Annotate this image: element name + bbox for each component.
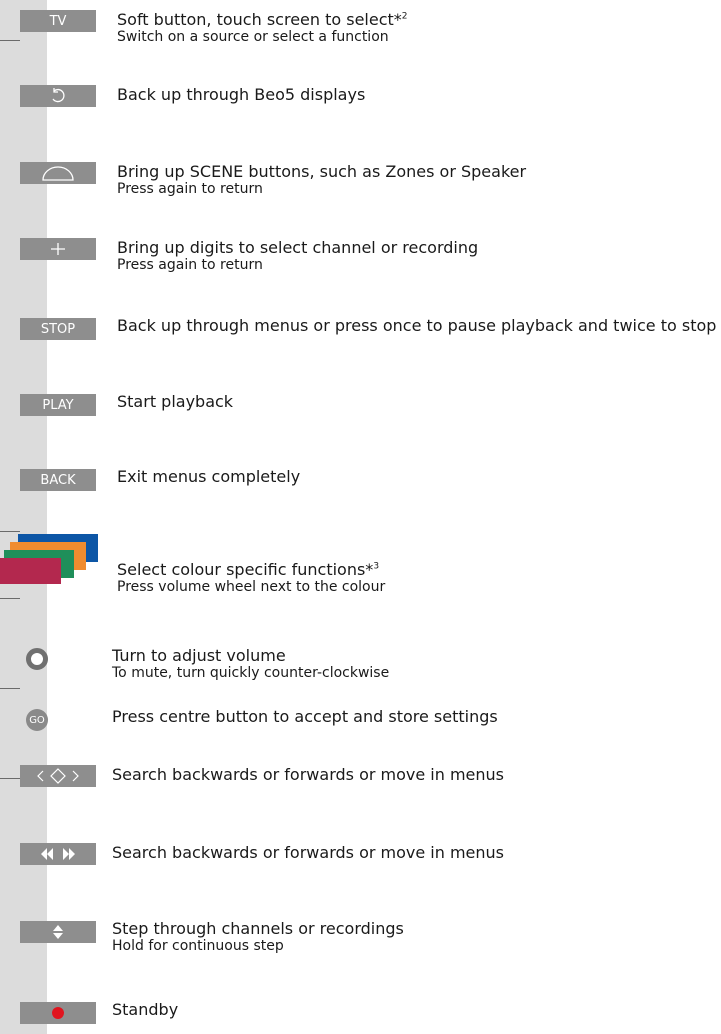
item-subtitle: Press volume wheel next to the colour	[117, 579, 386, 595]
item-title: Step through channels or recordings	[112, 919, 404, 938]
stop-button: STOP	[20, 318, 96, 340]
list-item: Standby	[112, 1000, 711, 1019]
scene-dome-icon	[42, 166, 74, 181]
list-item: Back up through Beo5 displays	[117, 85, 711, 104]
divider-tick	[0, 598, 20, 599]
item-subtitle: To mute, turn quickly counter-clockwise	[112, 665, 390, 681]
navigation-button	[20, 765, 96, 787]
list-item: Exit menus completely	[117, 467, 711, 486]
item-title: Search backwards or forwards or move in …	[112, 765, 505, 784]
item-title: Bring up SCENE buttons, such as Zones or…	[117, 162, 527, 181]
wind-rewind-icon	[41, 848, 75, 860]
item-title: Select colour specific functions*3	[117, 560, 380, 579]
digits-button	[20, 238, 96, 260]
item-title: Search backwards or forwards or move in …	[112, 843, 505, 862]
item-title: Start playback	[117, 392, 234, 411]
go-button: GO	[26, 709, 48, 731]
item-title: Turn to adjust volume	[112, 646, 286, 665]
list-item: Soft button, touch screen to select*2 Sw…	[117, 10, 711, 45]
standby-button	[20, 1002, 96, 1024]
divider-tick	[0, 688, 20, 689]
back-arrow-button	[20, 85, 96, 107]
item-title: Back up through Beo5 displays	[117, 85, 366, 104]
navigation-arrows-icon	[37, 768, 79, 784]
item-subtitle: Hold for continuous step	[112, 938, 284, 954]
volume-wheel-icon	[26, 648, 48, 670]
step-button	[20, 921, 96, 943]
divider-tick	[0, 531, 20, 532]
list-item: Press centre button to accept and store …	[112, 707, 711, 726]
standby-icon	[52, 1007, 64, 1019]
tv-soft-button: TV	[20, 10, 96, 32]
item-title: Exit menus completely	[117, 467, 301, 486]
item-title: Soft button, touch screen to select*2	[117, 10, 408, 29]
list-item: Select colour specific functions*3 Press…	[117, 560, 711, 595]
list-item: Bring up SCENE buttons, such as Zones or…	[117, 162, 711, 197]
list-item: Step through channels or recordings Hold…	[112, 919, 711, 954]
divider-tick	[0, 40, 20, 41]
back-button: BACK	[20, 469, 96, 491]
red-button	[0, 558, 61, 584]
list-item: Turn to adjust volume To mute, turn quic…	[112, 646, 711, 681]
item-title: Bring up digits to select channel or rec…	[117, 238, 479, 257]
plus-icon	[51, 243, 65, 255]
scene-button	[20, 162, 96, 184]
list-item: Bring up digits to select channel or rec…	[117, 238, 711, 273]
item-title: Press centre button to accept and store …	[112, 707, 498, 726]
back-arrow-icon	[52, 88, 65, 103]
item-subtitle: Switch on a source or select a function	[117, 29, 389, 45]
divider-tick	[0, 778, 20, 779]
wind-rewind-button	[20, 843, 96, 865]
play-button: PLAY	[20, 394, 96, 416]
list-item: Back up through menus or press once to p…	[117, 314, 717, 338]
item-subtitle: Press again to return	[117, 257, 263, 273]
item-title: Back up through menus or press once to p…	[117, 316, 717, 335]
item-title: Standby	[112, 1000, 179, 1019]
item-subtitle: Press again to return	[117, 181, 263, 197]
list-item: Start playback	[117, 392, 711, 411]
list-item: Search backwards or forwards or move in …	[112, 765, 711, 784]
list-item: Search backwards or forwards or move in …	[112, 843, 711, 862]
remote-edge-strip	[0, 0, 47, 1034]
up-down-step-icon	[53, 925, 63, 939]
